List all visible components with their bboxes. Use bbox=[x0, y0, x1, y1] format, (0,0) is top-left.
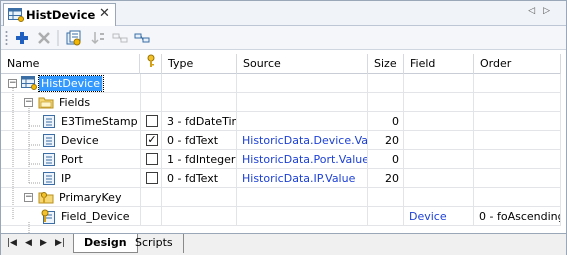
close-icon[interactable]: ✕ bbox=[99, 6, 110, 21]
folder-icon bbox=[38, 95, 54, 112]
collapse-icon[interactable]: − bbox=[8, 79, 17, 88]
delete-icon[interactable] bbox=[35, 29, 53, 47]
field-size[interactable]: 0 bbox=[368, 150, 404, 169]
pk-field-order[interactable]: 0 - foAscending bbox=[474, 207, 561, 226]
primary-key-checkbox[interactable] bbox=[146, 153, 158, 165]
col-header-name[interactable]: Name bbox=[1, 54, 140, 74]
primary-key-checkbox[interactable] bbox=[146, 172, 158, 184]
field-row[interactable]: Device ✓ 0 - fdText HistoricData.Device.… bbox=[1, 131, 561, 150]
field-name[interactable]: Device bbox=[56, 131, 140, 150]
key-field-icon bbox=[41, 209, 55, 227]
field-icon bbox=[43, 172, 55, 188]
tree-item-label[interactable]: HistDevice bbox=[38, 75, 104, 92]
field-size[interactable]: 20 bbox=[368, 169, 404, 188]
document-tab-label: HistDevice bbox=[26, 8, 96, 22]
tree-item-label: PrimaryKey bbox=[59, 191, 122, 204]
tree-item-label: Fields bbox=[59, 96, 91, 109]
editor-window: HistDevice ✕ ◁▷ Name Type Source Size Fi… bbox=[0, 0, 567, 255]
field-type[interactable]: 3 - fdDateTime bbox=[162, 112, 237, 131]
field-source[interactable]: HistoricData.Port.Value bbox=[237, 150, 368, 169]
link-icon[interactable] bbox=[111, 29, 129, 47]
field-name[interactable]: E3TimeStamp bbox=[56, 112, 140, 131]
properties-icon[interactable] bbox=[65, 29, 83, 47]
col-header-key[interactable] bbox=[140, 54, 162, 74]
field-type[interactable]: 0 - fdText bbox=[162, 169, 237, 188]
key-folder-icon bbox=[38, 190, 54, 207]
field-size[interactable]: 0 bbox=[368, 112, 404, 131]
first-page-icon[interactable]: |◀ bbox=[7, 238, 17, 248]
add-icon[interactable] bbox=[13, 29, 31, 47]
tab-scripts[interactable]: Scripts bbox=[125, 234, 184, 253]
col-header-field[interactable]: Field bbox=[404, 54, 474, 74]
prev-page-icon[interactable]: ◀ bbox=[25, 238, 32, 248]
primary-key-checkbox[interactable] bbox=[146, 115, 158, 127]
tree-row-root[interactable]: − HistDevice bbox=[1, 74, 561, 93]
field-icon bbox=[43, 134, 55, 150]
primary-key-cell bbox=[140, 150, 162, 169]
field-icon bbox=[43, 153, 55, 169]
bottom-tab-bar: |◀ ◀ ▶ ▶| Design Scripts bbox=[1, 233, 566, 255]
tree-row-primarykey-group[interactable]: − PrimaryKey bbox=[1, 188, 561, 207]
pk-field-ref[interactable]: Device bbox=[404, 207, 474, 226]
next-page-icon[interactable]: ▶ bbox=[40, 238, 47, 248]
field-row[interactable]: Port 1 - fdInteger HistoricData.Port.Val… bbox=[1, 150, 561, 169]
document-tab-bar: HistDevice ✕ ◁▷ bbox=[1, 1, 566, 27]
field-type[interactable]: 1 - fdInteger bbox=[162, 150, 237, 169]
grid-header: Name Type Source Size Field Order bbox=[1, 54, 561, 74]
col-header-size[interactable]: Size bbox=[368, 54, 404, 74]
primary-key-checkbox[interactable]: ✓ bbox=[146, 134, 158, 146]
primary-key-cell bbox=[140, 112, 162, 131]
toolbar bbox=[1, 26, 566, 50]
table-icon bbox=[8, 8, 24, 25]
sort-icon[interactable] bbox=[89, 29, 107, 47]
field-size[interactable]: 20 bbox=[368, 131, 404, 150]
field-name[interactable]: IP bbox=[56, 169, 140, 188]
last-page-icon[interactable]: ▶| bbox=[55, 238, 65, 248]
primary-key-cell bbox=[140, 169, 162, 188]
toolbar-grip bbox=[4, 29, 8, 47]
field-source[interactable] bbox=[237, 112, 368, 131]
primary-key-cell: ✓ bbox=[140, 131, 162, 150]
table-icon bbox=[21, 76, 37, 93]
primary-key-field-row[interactable]: Field_Device Device 0 - foAscending bbox=[1, 207, 561, 226]
col-header-source[interactable]: Source bbox=[237, 54, 368, 74]
col-header-type[interactable]: Type bbox=[162, 54, 237, 74]
pk-field-name[interactable]: Field_Device bbox=[56, 207, 140, 226]
relation-icon[interactable] bbox=[133, 29, 151, 47]
key-icon bbox=[146, 54, 156, 71]
field-row[interactable]: E3TimeStamp 3 - fdDateTime 0 bbox=[1, 112, 561, 131]
field-row[interactable]: IP 0 - fdText HistoricData.IP.Value 20 bbox=[1, 169, 561, 188]
field-source[interactable]: HistoricData.Device.Value bbox=[237, 131, 368, 150]
document-tab[interactable]: HistDevice ✕ bbox=[3, 3, 116, 27]
field-name[interactable]: Port bbox=[56, 150, 140, 169]
toolbar-separator bbox=[57, 29, 59, 47]
field-type[interactable]: 0 - fdText bbox=[162, 131, 237, 150]
tab-prev-icon[interactable]: ◁ bbox=[528, 6, 543, 16]
field-icon bbox=[43, 115, 55, 131]
field-source[interactable]: HistoricData.IP.Value bbox=[237, 169, 368, 188]
tree-row-fields-group[interactable]: − Fields bbox=[1, 93, 561, 112]
tab-next-icon[interactable]: ▷ bbox=[543, 6, 558, 16]
col-header-order[interactable]: Order bbox=[474, 54, 561, 74]
tab-scroll-arrows: ◁▷ bbox=[528, 6, 558, 16]
collapse-icon[interactable]: − bbox=[24, 193, 33, 202]
collapse-icon[interactable]: − bbox=[24, 98, 33, 107]
